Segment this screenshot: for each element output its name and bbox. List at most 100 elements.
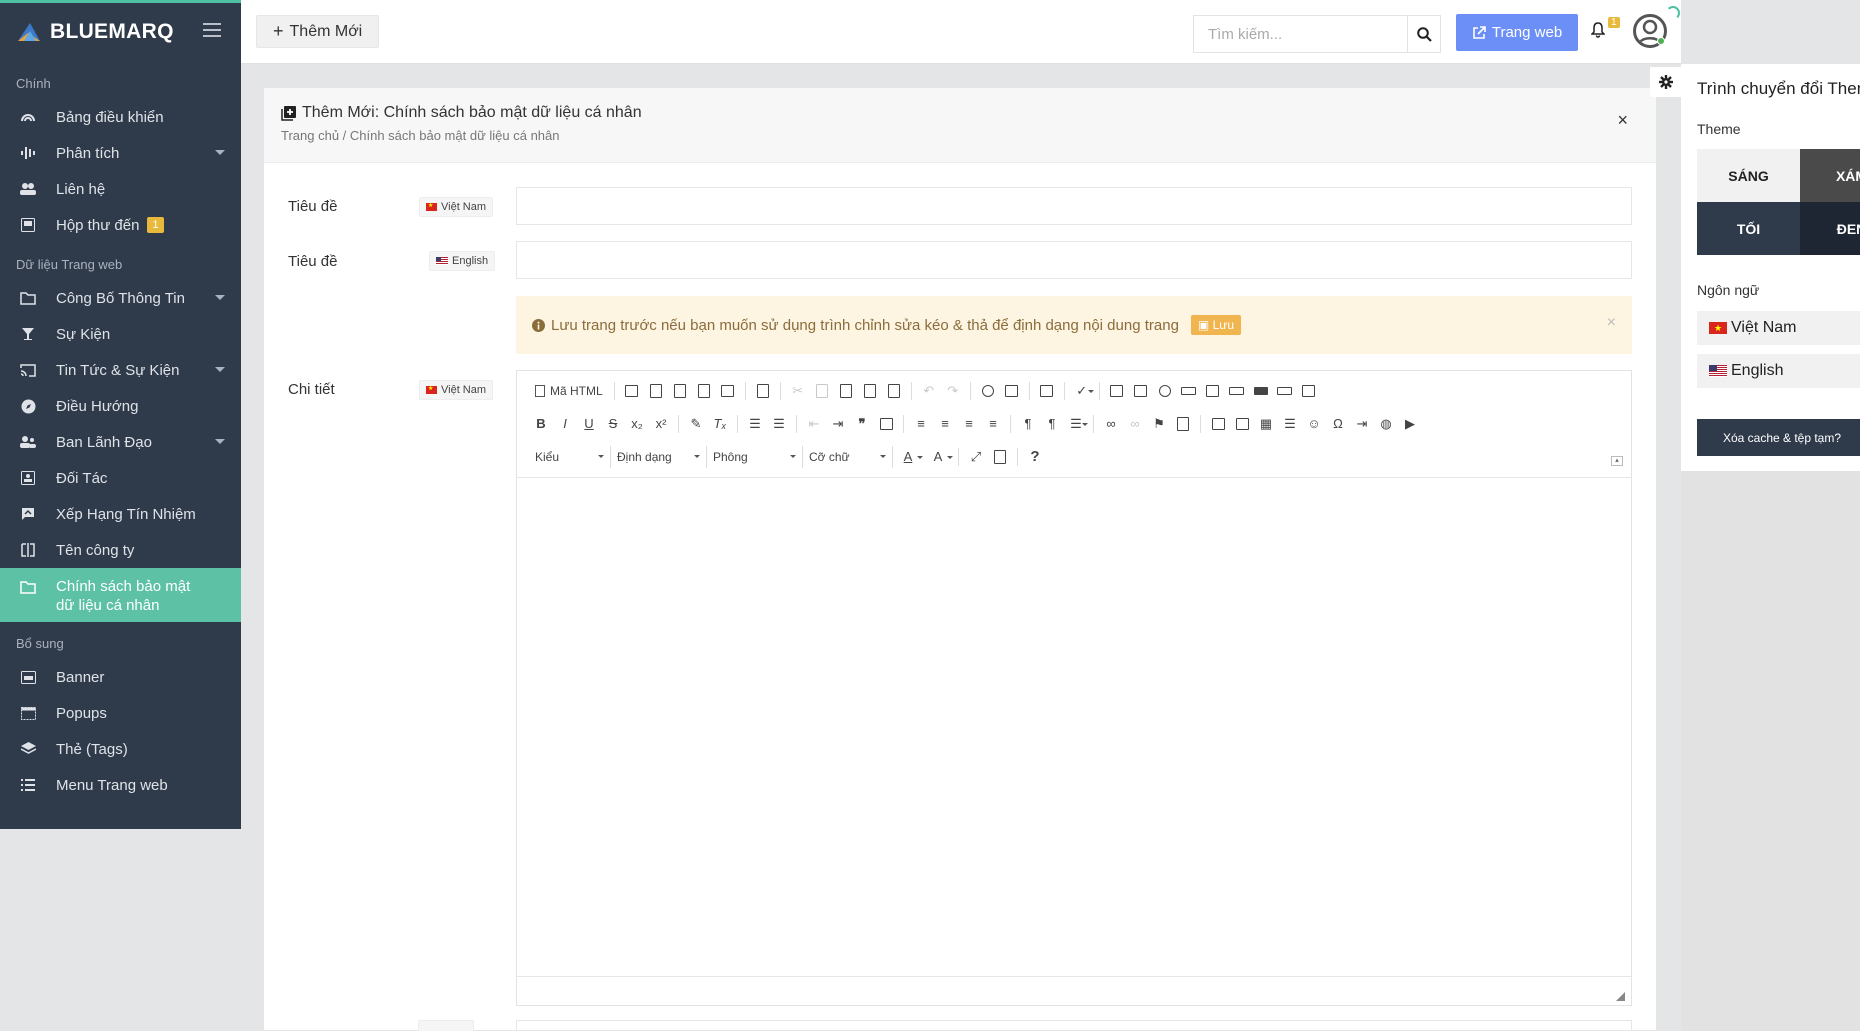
next-field[interactable] (516, 1020, 1632, 1031)
text-color-icon[interactable]: A (893, 445, 923, 469)
form-icon[interactable] (1105, 379, 1129, 403)
sidebar-item-partners[interactable]: Đối Tác (0, 460, 241, 496)
font-size-select[interactable]: Cỡ chữ (803, 445, 893, 468)
new-page-icon[interactable] (644, 379, 668, 403)
export-pdf-icon[interactable] (668, 379, 692, 403)
checkbox-icon[interactable] (1129, 379, 1153, 403)
sidebar-item-inbox[interactable]: Hộp thư đến 1 (0, 207, 241, 243)
paste-icon[interactable] (834, 379, 858, 403)
search-button[interactable] (1407, 16, 1440, 52)
brand[interactable]: BLUEMARQ (0, 0, 241, 64)
paste-word-icon[interactable] (882, 379, 906, 403)
subscript-icon[interactable]: x₂ (625, 412, 649, 436)
editor-content-area[interactable] (517, 477, 1631, 977)
breadcrumb[interactable]: Trang chủ / Chính sách bảo mật dữ liệu c… (281, 128, 1639, 143)
toolbar-collapse-icon[interactable]: ▴ (1611, 456, 1623, 466)
italic-icon[interactable]: I (553, 412, 577, 436)
select-icon[interactable] (1225, 379, 1249, 403)
div-container-icon[interactable] (874, 412, 898, 436)
superscript-icon[interactable]: x² (649, 412, 673, 436)
help-icon[interactable]: ? (1023, 445, 1047, 469)
indent-icon[interactable]: ⇥ (826, 412, 850, 436)
anchor-icon[interactable]: ⚑ (1147, 412, 1171, 436)
horizontal-line-icon[interactable]: ☰ (1278, 412, 1302, 436)
outdent-icon[interactable]: ⇤ (802, 412, 826, 436)
language-option-en[interactable]: English (1697, 354, 1860, 388)
sidebar-item-leadership[interactable]: Ban Lãnh Đạo (0, 424, 241, 460)
align-justify-icon[interactable]: ≡ (981, 412, 1005, 436)
templates-icon[interactable] (751, 379, 775, 403)
bell-icon[interactable] (1591, 22, 1605, 38)
iframe-icon[interactable]: ◍ (1374, 412, 1398, 436)
unlink-icon[interactable]: ∞ (1123, 412, 1147, 436)
search-input[interactable] (1194, 16, 1407, 52)
bold-icon[interactable]: B (529, 412, 553, 436)
remove-format-icon[interactable]: Tₓ (708, 412, 732, 436)
settings-gear-button[interactable] (1650, 67, 1681, 97)
sidebar-item-events[interactable]: Sự Kiện (0, 316, 241, 352)
sidebar-item-privacy-policy[interactable]: Chính sách bảo mật dữ liệu cá nhân (0, 568, 241, 622)
youtube-icon[interactable]: ▶ (1398, 412, 1422, 436)
style-select[interactable]: Kiểu (529, 445, 611, 468)
sidebar-item-banner[interactable]: Banner (0, 659, 241, 695)
numbered-list-icon[interactable]: ☰ (743, 412, 767, 436)
undo-icon[interactable]: ↶ (917, 379, 941, 403)
close-icon[interactable]: × (1617, 110, 1628, 131)
sidebar-item-contacts[interactable]: Liên hệ (0, 171, 241, 207)
rtl-icon[interactable]: ¶ (1040, 412, 1064, 436)
blockquote-icon[interactable]: ❞ (850, 412, 874, 436)
cut-icon[interactable]: ✂ (786, 379, 810, 403)
theme-gray-button[interactable]: XÁM (1800, 149, 1860, 202)
sidebar-item-navigation[interactable]: Điều Hướng (0, 388, 241, 424)
sidebar-item-web-menu[interactable]: Menu Trang web (0, 767, 241, 803)
underline-icon[interactable]: U (577, 412, 601, 436)
show-blocks-icon[interactable] (988, 445, 1012, 469)
resize-handle-icon[interactable] (1616, 992, 1625, 1001)
save-doc-icon[interactable] (620, 379, 644, 403)
table-icon[interactable]: ▦ (1254, 412, 1278, 436)
align-right-icon[interactable]: ≡ (957, 412, 981, 436)
theme-black-button[interactable]: ĐEN (1800, 202, 1860, 255)
clear-cache-button[interactable]: Xóa cache & tệp tạm? (1697, 419, 1860, 456)
sidebar-item-popups[interactable]: Popups (0, 695, 241, 731)
image-button-icon[interactable] (1273, 379, 1297, 403)
menu-toggle-icon[interactable] (203, 23, 221, 37)
theme-dark-button[interactable]: TỐI (1697, 202, 1800, 255)
ltr-icon[interactable]: ¶ (1016, 412, 1040, 436)
title-vn-input[interactable] (516, 187, 1632, 225)
sidebar-item-disclosure[interactable]: Công Bố Thông Tin (0, 280, 241, 316)
textarea-icon[interactable] (1201, 379, 1225, 403)
add-new-button[interactable]: + Thêm Mới (256, 15, 380, 48)
strikethrough-icon[interactable]: S (601, 412, 625, 436)
replace-icon[interactable] (1000, 379, 1024, 403)
paste-text-icon[interactable] (858, 379, 882, 403)
maximize-icon[interactable]: ⤢ (964, 445, 988, 469)
special-char-icon[interactable]: Ω (1326, 412, 1350, 436)
align-left-icon[interactable]: ≡ (909, 412, 933, 436)
sidebar-item-tags[interactable]: Thẻ (Tags) (0, 731, 241, 767)
font-select[interactable]: Phông (707, 445, 803, 468)
alert-close-icon[interactable]: × (1607, 314, 1616, 332)
bg-color-icon[interactable]: A (923, 445, 953, 469)
title-en-input[interactable] (516, 241, 1632, 279)
copy-icon[interactable] (810, 379, 834, 403)
sidebar-item-dashboard[interactable]: Bảng điều khiển (0, 99, 241, 135)
page-break-insert-icon[interactable]: ⇥ (1350, 412, 1374, 436)
sidebar-item-analytics[interactable]: Phân tích (0, 135, 241, 171)
sidebar-item-news[interactable]: Tin Tức & Sự Kiện (0, 352, 241, 388)
alert-save-button[interactable]: ▣ Lưu (1190, 315, 1241, 335)
hidden-field-icon[interactable] (1297, 379, 1321, 403)
redo-icon[interactable]: ↷ (941, 379, 965, 403)
page-break-icon[interactable] (1171, 412, 1195, 436)
select-all-icon[interactable] (1035, 379, 1059, 403)
find-icon[interactable] (976, 379, 1000, 403)
button-icon[interactable] (1249, 379, 1273, 403)
preview-icon[interactable] (692, 379, 716, 403)
language-icon[interactable]: ☰ (1064, 412, 1088, 436)
align-center-icon[interactable]: ≡ (933, 412, 957, 436)
sidebar-item-rating[interactable]: Xếp Hạng Tín Nhiệm (0, 496, 241, 532)
radio-icon[interactable] (1153, 379, 1177, 403)
copy-format-icon[interactable]: ✎ (684, 412, 708, 436)
website-button[interactable]: Trang web (1456, 14, 1578, 51)
format-select[interactable]: Định dạng (611, 445, 707, 468)
